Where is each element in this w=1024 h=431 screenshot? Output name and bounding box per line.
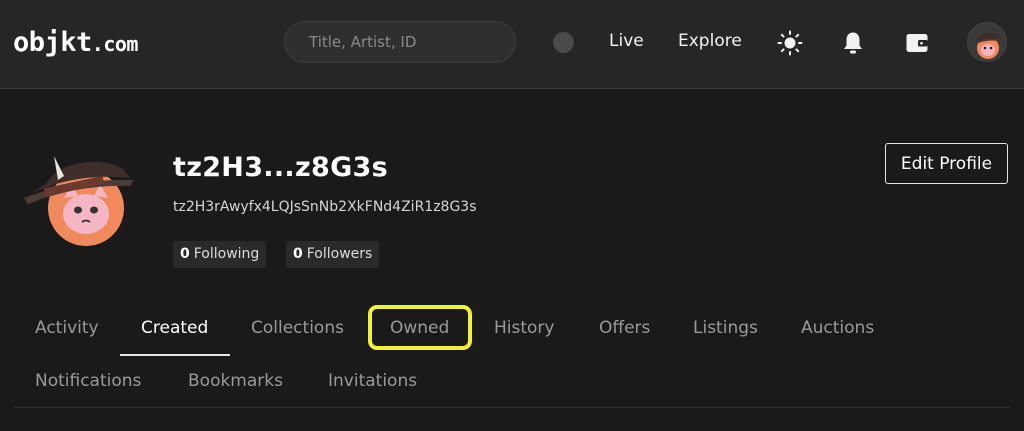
tab-bookmarks[interactable]: Bookmarks [188, 371, 283, 391]
tab-offers[interactable]: Offers [599, 318, 650, 338]
edit-profile-button[interactable]: Edit Profile [885, 143, 1008, 184]
search-input[interactable] [284, 21, 516, 63]
tab-auctions[interactable]: Auctions [801, 318, 874, 338]
following-count-chip[interactable]: 0 Following [173, 241, 267, 268]
status-dot-icon[interactable] [553, 32, 574, 53]
tab-activity[interactable]: Activity [35, 318, 99, 338]
avatar[interactable] [967, 22, 1007, 62]
tab-history[interactable]: History [494, 318, 554, 338]
objkt-logo[interactable]: objkt.com [13, 27, 138, 58]
tab-collections[interactable]: Collections [251, 318, 344, 338]
followers-count-chip[interactable]: 0 Followers [286, 241, 380, 268]
wallet-address[interactable]: tz2H3rAwyfx4LQJsSnNb2XkFNd4ZiR1z8G3s [173, 199, 477, 215]
nav-explore-link[interactable]: Explore [678, 31, 742, 51]
nav-live-link[interactable]: Live [609, 31, 644, 51]
profile-display-name: tz2H3...z8G3s [173, 152, 388, 183]
tab-notifications[interactable]: Notifications [35, 371, 141, 391]
owned-tab-highlight [368, 305, 472, 350]
bell-icon[interactable] [838, 28, 868, 58]
tabs-divider [14, 407, 1010, 408]
top-navbar: objkt.com Live Explore [0, 0, 1024, 89]
tab-created[interactable]: Created [141, 318, 208, 338]
tab-listings[interactable]: Listings [693, 318, 758, 338]
profile-avatar [16, 150, 136, 250]
sun-icon[interactable] [775, 28, 805, 58]
active-tab-indicator [120, 354, 230, 356]
wallet-icon[interactable] [902, 28, 932, 58]
tab-invitations[interactable]: Invitations [328, 371, 417, 391]
